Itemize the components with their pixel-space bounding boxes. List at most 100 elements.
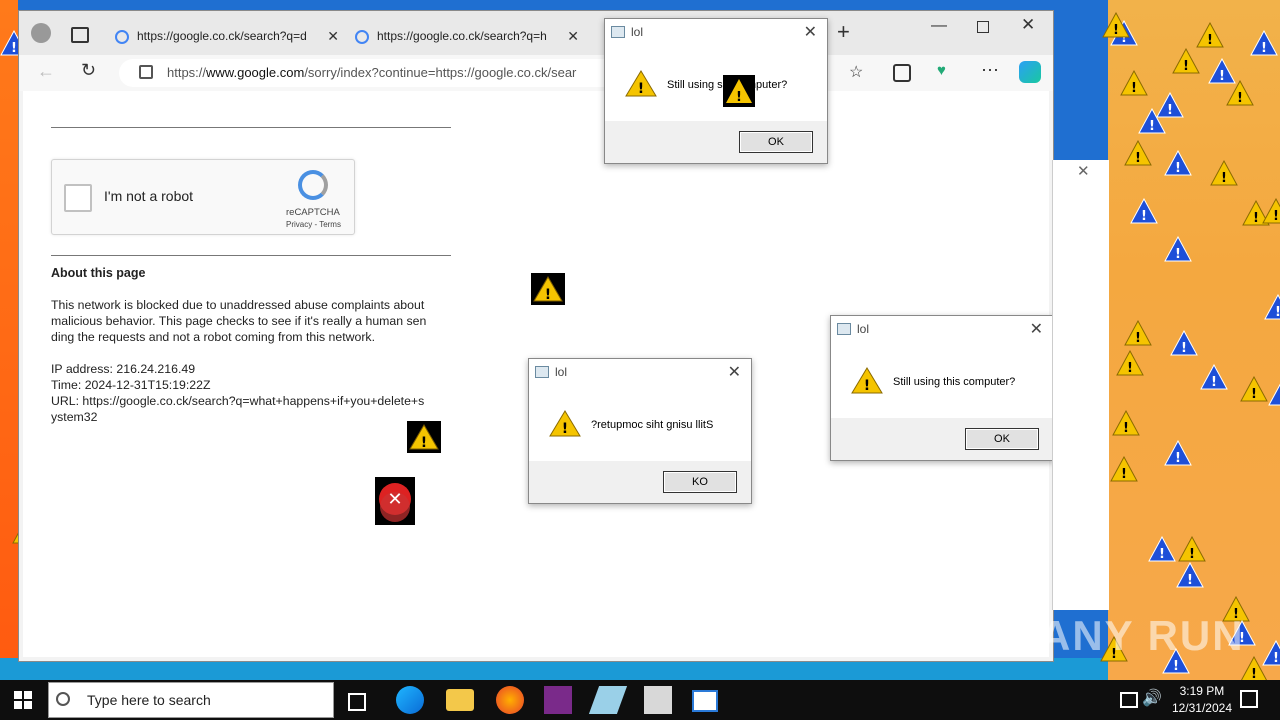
svg-text:!: !: [1221, 171, 1227, 186]
error-icon: ✕: [375, 477, 415, 525]
ko-button[interactable]: KO: [663, 471, 737, 493]
svg-text:!: !: [1173, 659, 1179, 674]
taskbar-search[interactable]: Type here to search: [48, 682, 334, 718]
system-clock[interactable]: 3:19 PM 12/31/2024: [1172, 683, 1232, 717]
warning-icon: !: [1268, 383, 1280, 406]
profile-icon[interactable]: [31, 23, 51, 43]
close-icon[interactable]: ✕: [728, 362, 741, 382]
dialog-3: lol ✕ ! Still using this computer? OK: [830, 315, 1054, 461]
svg-text:!: !: [1207, 33, 1213, 48]
svg-text:!: !: [1121, 467, 1127, 482]
volume-icon[interactable]: 🔊: [1142, 688, 1162, 708]
tab-1[interactable]: https://google.co.ck/search?q=d ✕: [115, 21, 345, 51]
recaptcha-logo-icon: [298, 170, 328, 200]
app-icon: [535, 366, 549, 378]
more-options-icon[interactable]: ⋯: [981, 60, 999, 81]
svg-text:!: !: [1253, 211, 1259, 226]
svg-text:!: !: [1159, 547, 1165, 562]
warning-icon: !: [1210, 160, 1238, 186]
recaptcha-widget[interactable]: I'm not a robot reCAPTCHA Privacy - Term…: [51, 159, 355, 235]
svg-text:!: !: [1131, 81, 1137, 96]
close-tab-icon[interactable]: ✕: [327, 21, 339, 51]
svg-text:!: !: [421, 435, 427, 451]
url-line: URL: https://google.co.ck/search?q=what+…: [51, 394, 425, 408]
warning-icon: !: [1196, 22, 1224, 48]
warning-icon: !: [1262, 198, 1280, 224]
svg-text:!: !: [1273, 651, 1279, 666]
warning-icon: !: [1116, 350, 1144, 376]
svg-text:!: !: [545, 287, 551, 303]
svg-text:!: !: [1149, 119, 1155, 134]
tab-bar: https://google.co.ck/search?q=d ✕ https:…: [19, 11, 1053, 55]
close-icon[interactable]: ✕: [1077, 162, 1090, 180]
warning-icon: !: [1264, 294, 1280, 320]
dialog-title: lol: [555, 365, 568, 379]
windows-start-icon[interactable]: [14, 691, 32, 709]
browser-essentials-icon[interactable]: ♥: [937, 62, 946, 79]
notifications-icon[interactable]: [1240, 690, 1258, 708]
computer-icon[interactable]: [644, 686, 672, 714]
close-icon[interactable]: ✕: [804, 22, 817, 42]
svg-text:!: !: [736, 90, 742, 105]
favorites-icon[interactable]: ☆: [849, 62, 863, 82]
taskbar: Type here to search 3:19 PM 12/31/2024 🔊: [0, 680, 1280, 720]
network-icon[interactable]: [1120, 692, 1138, 708]
warning-icon: !: [625, 70, 657, 97]
close-window-icon[interactable]: ✕: [1021, 15, 1035, 35]
svg-text:!: !: [1251, 387, 1257, 402]
file-explorer-icon[interactable]: [446, 689, 474, 711]
firefox-icon[interactable]: [496, 686, 524, 714]
warning-icon: !: [1178, 536, 1206, 562]
svg-text:!: !: [1261, 41, 1267, 56]
search-icon: [56, 692, 70, 706]
svg-text:!: !: [1237, 91, 1243, 106]
captcha-checkbox[interactable]: [64, 184, 92, 212]
minimize-icon[interactable]: —: [931, 17, 947, 35]
close-icon[interactable]: ✕: [1030, 319, 1043, 339]
warning-icon: !: [1148, 536, 1176, 562]
warning-icon: !: [1176, 562, 1204, 588]
winrar-icon[interactable]: [544, 686, 572, 714]
svg-text:!: !: [1141, 209, 1147, 224]
svg-text:!: !: [1275, 305, 1280, 320]
warning-icon: !: [1170, 330, 1198, 356]
back-icon[interactable]: ←: [37, 61, 55, 82]
dialog-message: Still using this computer?: [893, 376, 1016, 388]
tab-actions-icon[interactable]: [71, 27, 89, 43]
ok-button[interactable]: OK: [739, 131, 813, 153]
warning-icon: !: [1138, 108, 1166, 134]
svg-text:!: !: [1175, 451, 1181, 466]
warning-icon: !: [1124, 140, 1152, 166]
svg-text:!: !: [11, 41, 17, 56]
warning-icon: !: [1172, 48, 1200, 74]
warning-icon: !: [1102, 12, 1130, 38]
edge-icon[interactable]: [396, 686, 424, 714]
new-tab-icon[interactable]: +: [837, 19, 850, 45]
copilot-icon[interactable]: [1019, 61, 1041, 83]
tab-2[interactable]: https://google.co.ck/search?q=h ✕: [355, 21, 585, 51]
captcha-label: I'm not a robot: [104, 188, 194, 204]
dialog-1: lol ✕ ! Still using sihT gmputer? ! OK: [604, 18, 828, 164]
notepad-icon[interactable]: [588, 686, 628, 714]
svg-text:!: !: [1167, 103, 1173, 118]
captcha-links[interactable]: Privacy - Terms: [286, 220, 341, 229]
app-window-icon[interactable]: [692, 690, 718, 712]
dialog-title: lol: [631, 25, 644, 39]
lock-icon[interactable]: [139, 65, 153, 79]
svg-text:!: !: [562, 421, 568, 437]
svg-text:!: !: [1135, 151, 1141, 166]
warning-icon: !: [851, 367, 883, 394]
google-icon: [115, 29, 129, 44]
maximize-icon[interactable]: [977, 21, 989, 33]
svg-text:!: !: [1135, 331, 1141, 346]
collections-icon[interactable]: [893, 64, 911, 82]
ok-button[interactable]: OK: [965, 428, 1039, 450]
svg-text:✕: ✕: [387, 489, 402, 510]
close-tab-icon[interactable]: ✕: [567, 21, 579, 51]
warning-icon: !: [1164, 150, 1192, 176]
task-view-icon[interactable]: [348, 693, 366, 711]
divider: [51, 127, 451, 128]
url-field[interactable]: https://www.google.com/sorry/index?conti…: [119, 59, 679, 87]
svg-text:!: !: [1211, 375, 1217, 390]
refresh-icon[interactable]: ↻: [81, 60, 96, 81]
